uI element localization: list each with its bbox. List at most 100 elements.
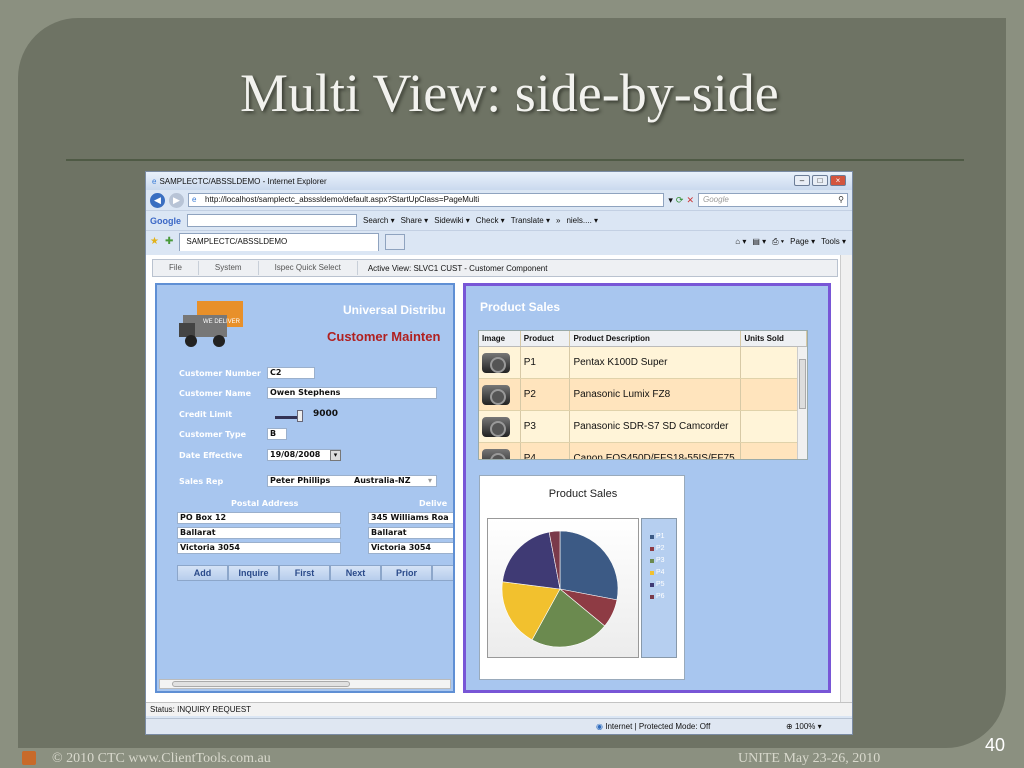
- table-row[interactable]: P4 Canon EOS450D/EFS18-55IS/EF75 6: [479, 443, 807, 459]
- close-button[interactable]: ×: [830, 175, 846, 186]
- ctc-logo-icon: [22, 751, 36, 765]
- grid-vertical-scrollbar[interactable]: [797, 347, 807, 459]
- more-button[interactable]: I: [432, 565, 453, 581]
- sidewiki-button[interactable]: Sidewiki ▾: [434, 216, 470, 225]
- col-description[interactable]: Product Description: [570, 331, 742, 346]
- customer-number-field[interactable]: C2: [267, 367, 315, 379]
- table-row[interactable]: P2 Panasonic Lumix FZ8 2: [479, 379, 807, 411]
- new-tab-button[interactable]: [385, 233, 406, 250]
- page-content: File System Ispec Quick Select Active Vi…: [146, 255, 852, 702]
- tab-samplectc[interactable]: SAMPLECTC/ABSSLDEMO: [179, 232, 380, 251]
- tools-menu[interactable]: Tools ▾: [821, 237, 846, 247]
- postal-line-3[interactable]: Victoria 3054: [177, 542, 341, 554]
- print-icon[interactable]: ⎙ ▾: [772, 237, 784, 247]
- page-icon: e: [192, 195, 197, 204]
- cell-product: P2: [521, 379, 571, 410]
- security-zone[interactable]: ◉ Internet | Protected Mode: Off: [596, 722, 710, 731]
- search-icon[interactable]: ⚲: [838, 194, 844, 206]
- zoom-text: 100%: [794, 722, 816, 731]
- delivery-line-3[interactable]: Victoria 3054: [368, 542, 453, 554]
- delivery-line-1[interactable]: 345 Williams Roa: [368, 512, 453, 524]
- pie-slice-p1: [559, 530, 619, 601]
- customer-maintenance-pane: WE DELIVER Universal Distribu Customer M…: [155, 283, 455, 693]
- credit-slider-thumb[interactable]: [297, 410, 303, 422]
- col-image[interactable]: Image: [479, 331, 521, 346]
- camera-thumbnail: [482, 449, 510, 459]
- favorites-star-icon[interactable]: ★: [150, 236, 159, 247]
- customer-name-field[interactable]: Owen Stephens: [267, 387, 437, 399]
- credit-slider-track[interactable]: [275, 416, 299, 419]
- horizontal-scrollbar[interactable]: [159, 679, 451, 689]
- page-menu[interactable]: Page ▾: [790, 237, 815, 247]
- grid-header: Image Product Product Description Units …: [479, 331, 807, 347]
- page-vertical-scrollbar[interactable]: [840, 255, 852, 702]
- stop-icon[interactable]: ✕: [686, 195, 694, 206]
- customer-number-label: Customer Number: [179, 369, 261, 378]
- address-bar-row: ◀ ▶ e http://localhost/samplectc_absssld…: [146, 190, 852, 210]
- legend-item-p6: P6: [650, 593, 665, 600]
- postal-line-1[interactable]: PO Box 12: [177, 512, 341, 524]
- active-view-label: Active View: SLVC1 CUST - Customer Compo…: [367, 263, 548, 273]
- legend-item-p2: P2: [650, 545, 665, 552]
- browser-titlebar: e SAMPLECTC/ABSSLDEMO - Internet Explore…: [146, 172, 852, 190]
- more-chevron-icon[interactable]: »: [556, 216, 560, 225]
- inquire-button[interactable]: Inquire: [228, 565, 279, 581]
- postal-address-label: Postal Address: [231, 499, 299, 508]
- share-button[interactable]: Share ▾: [401, 216, 429, 225]
- grid-scroll-thumb[interactable]: [799, 359, 806, 409]
- col-units-sold[interactable]: Units Sold: [741, 331, 807, 346]
- home-icon[interactable]: ⌂ ▾: [735, 237, 746, 247]
- legend-swatch: [650, 570, 654, 575]
- footer-copyright: © 2010 CTC www.ClientTools.com.au: [52, 751, 271, 766]
- camcorder-thumbnail: [482, 417, 510, 437]
- legend-swatch: [650, 558, 654, 563]
- col-product[interactable]: Product: [521, 331, 571, 346]
- legend-label: P3: [656, 557, 665, 564]
- postal-line-2[interactable]: Ballarat: [177, 527, 341, 539]
- zone-text: Internet | Protected Mode: Off: [605, 722, 711, 731]
- dropdown-icon[interactable]: ▾: [668, 195, 673, 206]
- back-icon[interactable]: ◀: [150, 192, 165, 208]
- legend-swatch: [650, 534, 654, 539]
- pie-chart-panel: Product Sales P1 P2 P3 P4 P5 P6: [479, 475, 685, 680]
- search-input[interactable]: Google ⚲: [698, 193, 848, 207]
- action-button-row: Add Inquire First Next Prior I: [177, 565, 453, 581]
- zoom-icon: ⊕: [786, 722, 793, 731]
- google-search-input[interactable]: [187, 214, 357, 227]
- add-button[interactable]: Add: [177, 565, 228, 581]
- check-button[interactable]: Check ▾: [476, 216, 505, 225]
- footer-event: UNITE May 23-26, 2010: [738, 751, 881, 766]
- table-row[interactable]: P3 Panasonic SDR-S7 SD Camcorder 6: [479, 411, 807, 443]
- address-input[interactable]: e http://localhost/samplectc_absssldemo/…: [188, 193, 665, 207]
- zoom-control[interactable]: ⊕ 100% ▾: [786, 722, 822, 731]
- customer-type-stepper[interactable]: B: [267, 428, 287, 440]
- sales-rep-dropdown-icon[interactable]: ▾: [428, 476, 432, 486]
- google-search-button[interactable]: Search ▾: [363, 216, 395, 225]
- camera-thumbnail: [482, 353, 510, 373]
- translate-button[interactable]: Translate ▾: [511, 216, 550, 225]
- delivery-address-label: Delive: [419, 499, 448, 508]
- delivery-line-2[interactable]: Ballarat: [368, 527, 453, 539]
- legend-label: P6: [656, 593, 665, 600]
- add-favorites-icon[interactable]: ✚: [165, 236, 173, 247]
- first-button[interactable]: First: [279, 565, 330, 581]
- horizontal-scroll-thumb[interactable]: [172, 681, 350, 687]
- refresh-icon[interactable]: ⟳: [676, 195, 684, 206]
- menu-system[interactable]: System: [199, 261, 259, 275]
- legend-label: P1: [656, 533, 665, 540]
- feeds-icon[interactable]: ▤ ▾: [752, 237, 766, 247]
- sales-rep-region: Australia-NZ: [354, 476, 411, 485]
- table-row[interactable]: P1 Pentax K100D Super 8: [479, 347, 807, 379]
- account-button[interactable]: niels.... ▾: [566, 216, 598, 225]
- credit-limit-label: Credit Limit: [179, 410, 233, 419]
- minimize-button[interactable]: –: [794, 175, 810, 186]
- date-dropdown-icon[interactable]: ▾: [330, 450, 341, 461]
- slide-title: Multi View: side-by-side: [240, 63, 779, 123]
- next-button[interactable]: Next: [330, 565, 381, 581]
- menu-file[interactable]: File: [153, 261, 199, 275]
- prior-button[interactable]: Prior: [381, 565, 432, 581]
- forward-icon[interactable]: ▶: [169, 192, 184, 208]
- sales-rep-select[interactable]: Peter Phillips Australia-NZ ▾: [267, 475, 437, 487]
- menu-ispec-quick-select[interactable]: Ispec Quick Select: [259, 261, 358, 275]
- maximize-button[interactable]: □: [812, 175, 828, 186]
